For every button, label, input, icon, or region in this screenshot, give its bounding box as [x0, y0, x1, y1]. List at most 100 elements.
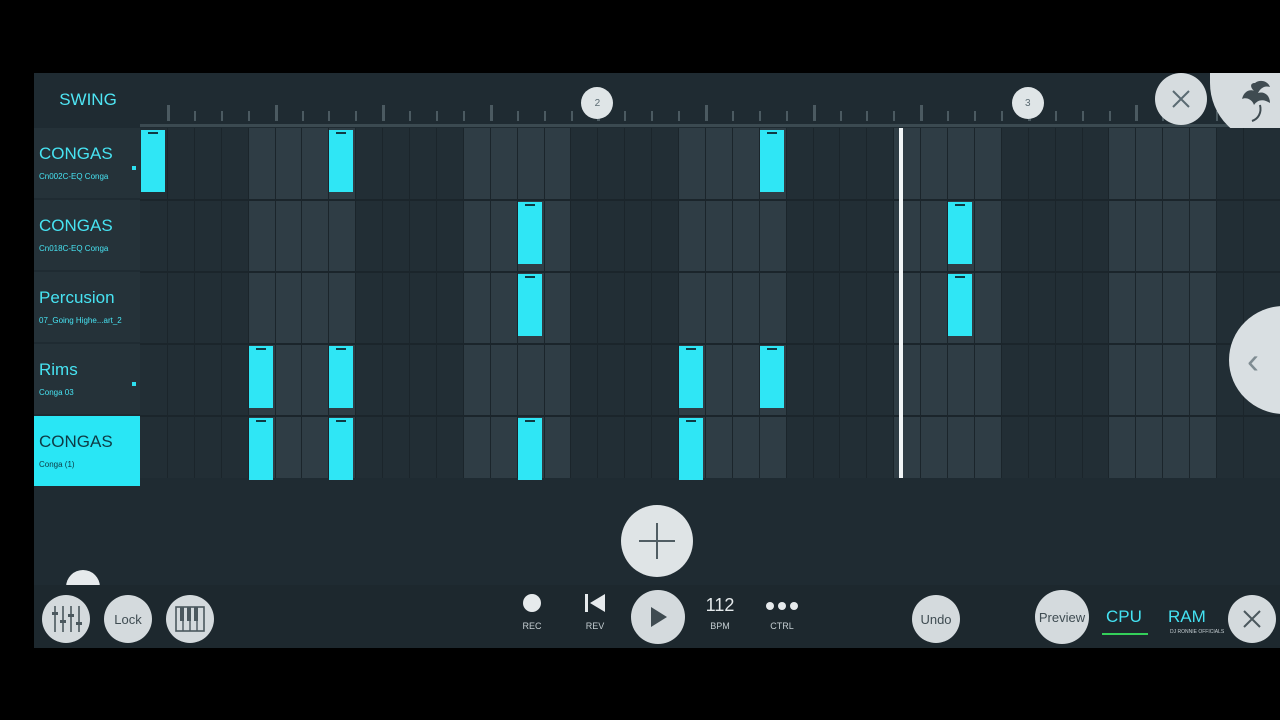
- step-divider: [1189, 128, 1191, 478]
- cpu-meter[interactable]: CPU: [1106, 607, 1142, 627]
- add-channel-button[interactable]: [621, 505, 693, 577]
- step-divider: [812, 128, 814, 478]
- skip-back-icon: [565, 593, 625, 617]
- channel-indicator: [132, 166, 136, 170]
- ruler-tick: [462, 111, 465, 121]
- step-cell-on[interactable]: [517, 202, 542, 264]
- timeline-ruler[interactable]: 23: [140, 87, 1280, 127]
- step-divider: [866, 128, 868, 478]
- step-cell-on[interactable]: [679, 418, 703, 480]
- ruler-tick: [409, 111, 412, 121]
- ruler-tick: [193, 111, 196, 121]
- step-divider: [839, 128, 841, 478]
- step-divider: [435, 128, 437, 478]
- channel-button[interactable]: Percusion 07_Going Highe...art_2: [34, 272, 140, 342]
- fruit-logo-icon: [1242, 80, 1270, 122]
- beat-group: [1216, 128, 1280, 478]
- mixer-button[interactable]: [42, 595, 90, 643]
- ruler-tick: [355, 111, 358, 121]
- rewind-button[interactable]: REV: [565, 593, 625, 631]
- step-divider: [1242, 128, 1244, 478]
- step-divider: [1108, 128, 1110, 478]
- step-divider: [409, 128, 410, 478]
- step-cell-on[interactable]: [948, 274, 972, 336]
- channel-button[interactable]: Rims Conga 03: [34, 344, 140, 414]
- ruler-baseline: [140, 124, 1280, 127]
- step-divider: [624, 128, 626, 478]
- step-cell-on[interactable]: [759, 130, 784, 192]
- record-button[interactable]: REC: [502, 593, 562, 631]
- ruler-tick: [920, 105, 924, 121]
- ruler-tick: [947, 111, 950, 121]
- ctrl-label: CTRL: [770, 621, 794, 631]
- step-cell-on[interactable]: [329, 418, 354, 480]
- more-dots-icon: [752, 593, 812, 617]
- step-cell-on[interactable]: [248, 418, 273, 480]
- channel-sample: 07_Going Highe...art_2: [39, 316, 122, 325]
- step-divider: [651, 128, 653, 478]
- step-divider: [1054, 128, 1056, 478]
- step-divider: [1135, 128, 1137, 478]
- tempo-control[interactable]: 112 BPM: [690, 593, 750, 631]
- step-cell-on[interactable]: [329, 346, 354, 408]
- playhead: [898, 128, 903, 478]
- bar-marker[interactable]: 3: [1011, 87, 1044, 119]
- step-cell-on[interactable]: [948, 202, 972, 264]
- close-app-button[interactable]: [1228, 595, 1276, 643]
- step-divider: [1162, 128, 1164, 478]
- step-divider: [1081, 128, 1083, 478]
- row-divider: [140, 271, 1280, 273]
- step-divider: [1027, 128, 1029, 478]
- preview-button[interactable]: Preview: [1035, 590, 1089, 644]
- ruler-tick: [436, 111, 438, 121]
- step-divider: [920, 128, 922, 478]
- step-divider: [1000, 128, 1002, 478]
- tempo-value: 112: [705, 595, 735, 615]
- channel-button[interactable]: CONGAS Cn018C-EQ Conga: [34, 200, 140, 270]
- step-divider: [973, 128, 975, 478]
- step-divider: [785, 128, 787, 478]
- step-cell-on[interactable]: [759, 346, 784, 408]
- ruler-tick: [866, 111, 869, 121]
- step-divider: [382, 128, 384, 478]
- step-cell-on[interactable]: [517, 274, 542, 336]
- step-sequencer-app: SWING 23 CONGAS Cn002C-EQ Conga CONGAS Cn01…: [34, 73, 1280, 648]
- ruler-tick: [705, 105, 708, 121]
- ruler-tick: [1054, 111, 1057, 121]
- bar-marker[interactable]: 2: [581, 87, 614, 119]
- ram-meter[interactable]: RAM: [1168, 607, 1206, 627]
- step-cell-on[interactable]: [679, 346, 703, 408]
- channel-sample: Cn002C-EQ Conga: [39, 172, 109, 181]
- swing-control[interactable]: SWING: [34, 73, 142, 127]
- ruler-tick: [974, 111, 976, 121]
- row-divider: [140, 343, 1280, 345]
- step-cell-on[interactable]: [248, 346, 273, 408]
- ruler-tick: [516, 111, 519, 121]
- channel-button[interactable]: CONGAS Cn002C-EQ Conga: [34, 128, 140, 198]
- piano-keys-icon: [175, 606, 205, 632]
- step-cell-on[interactable]: [141, 130, 165, 192]
- undo-button[interactable]: Undo: [912, 595, 960, 643]
- ruler-tick: [301, 111, 304, 121]
- step-divider: [704, 128, 706, 478]
- tempo-unit: BPM: [710, 621, 730, 631]
- watermark-text: DJ RONNIE OFFICIALS: [1170, 629, 1225, 635]
- channel-button[interactable]: CONGAS Conga (1): [34, 416, 140, 486]
- piano-roll-button[interactable]: [166, 595, 214, 643]
- close-button[interactable]: [1155, 73, 1207, 125]
- chevron-left-icon: ‹: [1247, 340, 1259, 381]
- step-divider: [301, 128, 303, 478]
- ctrl-button[interactable]: CTRL: [752, 593, 812, 631]
- cpu-usage-bar: [1102, 633, 1148, 635]
- ruler-tick: [893, 111, 896, 121]
- step-cell-on[interactable]: [329, 130, 354, 192]
- ruler-tick: [247, 111, 250, 121]
- lock-button[interactable]: Lock: [104, 595, 152, 643]
- play-button[interactable]: [631, 590, 685, 644]
- ruler-tick: [1081, 111, 1084, 121]
- step-grid[interactable]: [140, 128, 1280, 480]
- ruler-tick: [328, 111, 331, 121]
- step-cell-on[interactable]: [517, 418, 542, 480]
- ruler-tick: [651, 111, 654, 121]
- ruler-tick: [731, 111, 734, 121]
